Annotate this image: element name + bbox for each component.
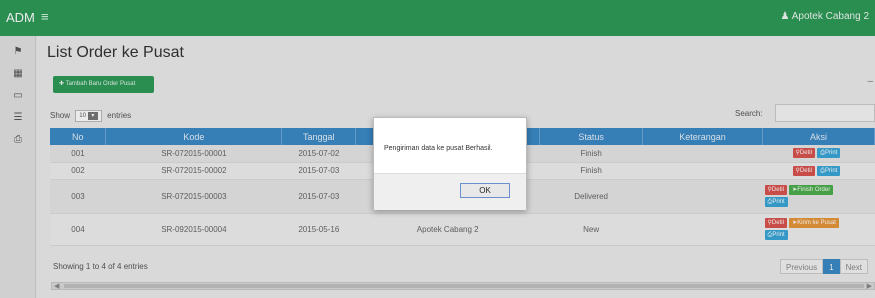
alert-dialog: Pengiriman data ke pusat Berhasil. OK <box>373 117 527 210</box>
ok-button[interactable]: OK <box>460 183 510 198</box>
dialog-body: Pengiriman data ke pusat Berhasil. <box>374 118 526 173</box>
dialog-message: Pengiriman data ke pusat Berhasil. <box>384 145 493 152</box>
dialog-footer: OK <box>374 173 526 210</box>
